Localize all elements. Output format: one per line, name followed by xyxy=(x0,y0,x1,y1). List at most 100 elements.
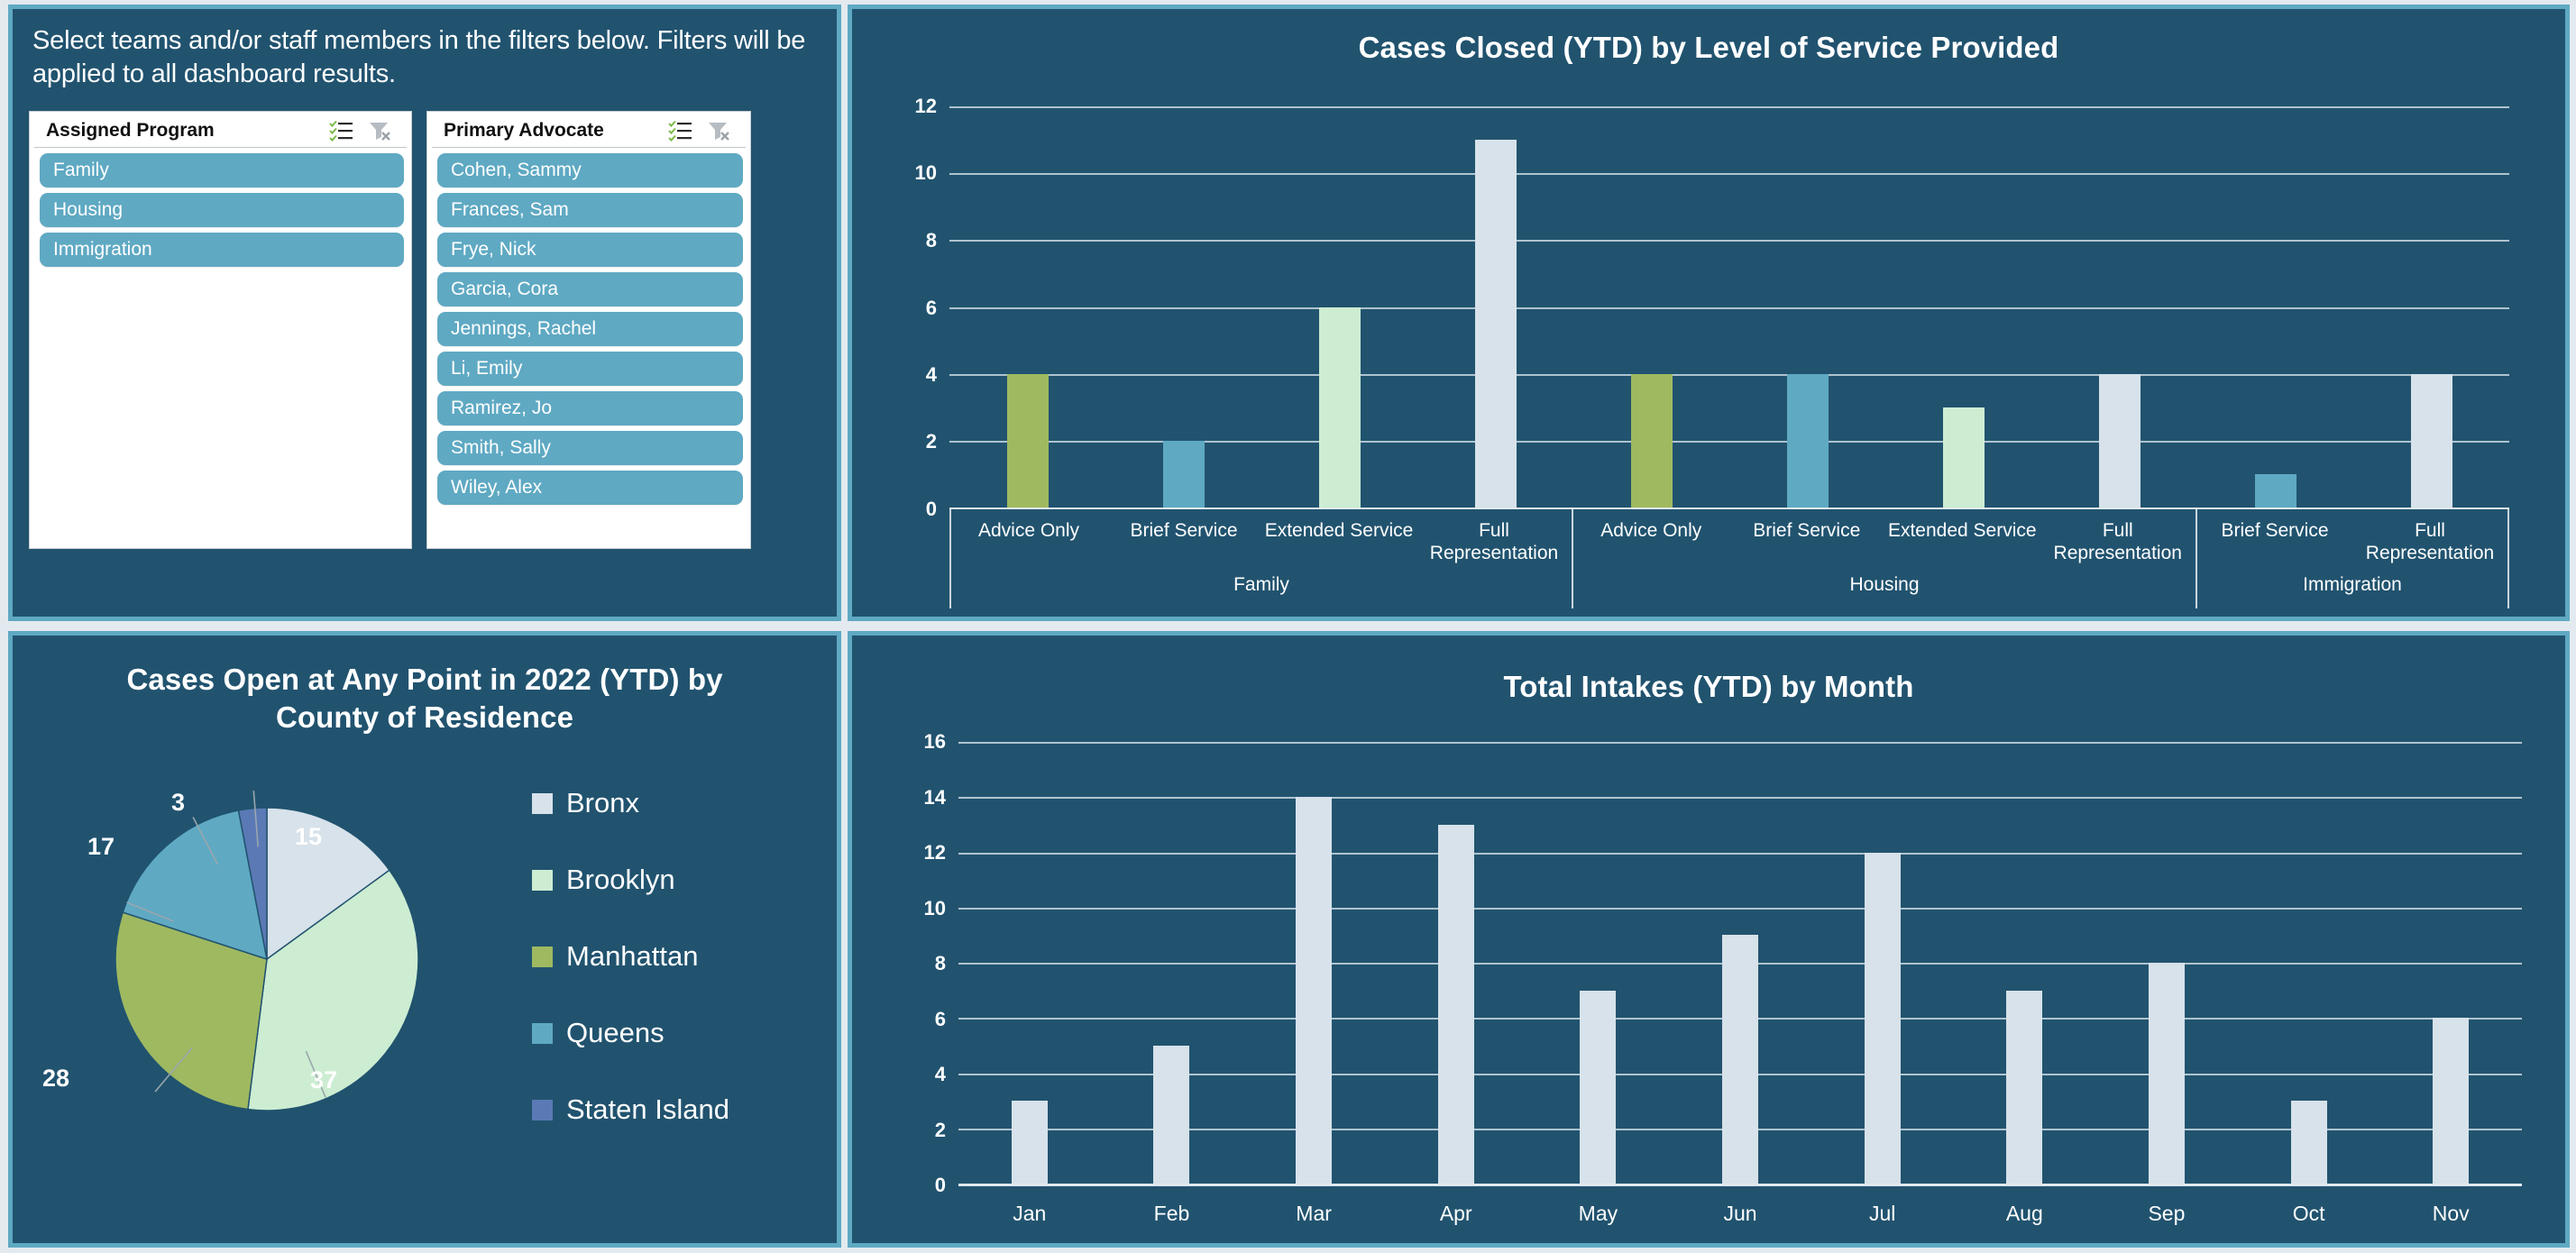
slicer-item-list: Family Housing Immigration xyxy=(30,148,411,268)
slicer-item[interactable]: Li, Emily xyxy=(437,352,743,387)
bar[interactable] xyxy=(2098,373,2141,508)
bar-cell xyxy=(2041,106,2197,508)
pie-body: 3 15 37 28 17 Bronx Brooklyn Manhattan Quee… xyxy=(13,736,837,1187)
slicer-item[interactable]: Housing xyxy=(40,193,404,228)
legend-label: Bronx xyxy=(566,787,639,819)
bar[interactable] xyxy=(1630,373,1673,508)
bar[interactable] xyxy=(1153,1045,1190,1184)
bar[interactable] xyxy=(2410,373,2452,508)
pie-data-label: 37 xyxy=(310,1066,338,1094)
category-axis: Jan Feb Mar Apr May Jun Jul Aug Sep Oct Nov xyxy=(958,1184,2522,1238)
slicer-item[interactable]: Family xyxy=(40,153,404,188)
y-axis-tick: 4 xyxy=(925,362,937,386)
category-label: Nov xyxy=(2432,1202,2470,1225)
bar[interactable] xyxy=(2290,1101,2327,1184)
y-axis-tick: 0 xyxy=(934,1174,946,1196)
pie-graphic-area: 3 15 37 28 17 xyxy=(13,749,518,1187)
bar[interactable] xyxy=(2006,990,2043,1184)
slicer-assigned-program[interactable]: Assigned Program Family Housing Immigrat… xyxy=(29,111,412,550)
slicer-header: Assigned Program xyxy=(34,112,407,149)
pie-data-label: 17 xyxy=(87,833,115,861)
slicer-item[interactable]: Wiley, Alex xyxy=(437,471,743,506)
legend-item[interactable]: Staten Island xyxy=(532,1093,729,1126)
bar[interactable] xyxy=(1296,797,1333,1184)
multi-select-icon[interactable] xyxy=(329,120,353,142)
bar[interactable] xyxy=(1722,935,1759,1184)
slicer-title: Assigned Program xyxy=(46,120,215,142)
y-axis-tick: 6 xyxy=(925,296,937,319)
bar[interactable] xyxy=(1786,373,1829,508)
pie-svg[interactable] xyxy=(78,765,456,1153)
slicer-item[interactable]: Frye, Nick xyxy=(437,233,743,268)
bar-cell xyxy=(1811,742,1954,1184)
category-label: Aug xyxy=(2005,1202,2043,1225)
category-label: Extended Service xyxy=(1264,520,1414,541)
y-axis-tick: 14 xyxy=(923,785,946,809)
legend-item[interactable]: Brooklyn xyxy=(532,864,729,896)
bar-group xyxy=(1573,106,2197,508)
bar-cell xyxy=(1885,106,2041,508)
category-label: Mar xyxy=(1296,1202,1332,1225)
legend-label: Brooklyn xyxy=(566,864,675,896)
bar-cell xyxy=(2095,742,2238,1184)
legend-item[interactable]: Bronx xyxy=(532,787,729,819)
plot-area: 0 2 4 6 8 10 12 xyxy=(915,95,2509,520)
bar-cell xyxy=(1242,742,1385,1184)
category-label: Jan xyxy=(1013,1202,1047,1225)
chart-title-line1: Cases Open at Any Point in 2022 (YTD) by xyxy=(126,663,723,696)
bar[interactable] xyxy=(2254,473,2296,508)
slicer-item[interactable]: Ramirez, Jo xyxy=(437,391,743,426)
bar[interactable] xyxy=(1006,373,1049,508)
chart-title: Total Intakes (YTD) by Month xyxy=(1503,670,1914,703)
slicer-item[interactable]: Frances, Sam xyxy=(437,193,743,228)
bar[interactable] xyxy=(1162,440,1205,508)
legend-label: Staten Island xyxy=(566,1093,729,1126)
legend-item[interactable]: Queens xyxy=(532,1017,729,1049)
clear-filter-icon[interactable] xyxy=(707,120,730,142)
pie-data-label: 28 xyxy=(42,1065,70,1093)
bar[interactable] xyxy=(1864,852,1901,1184)
slicer-item[interactable]: Garcia, Cora xyxy=(437,272,743,307)
y-axis-tick: 0 xyxy=(925,498,937,520)
multi-select-icon[interactable] xyxy=(668,120,692,142)
bar[interactable] xyxy=(1318,306,1361,508)
bar[interactable] xyxy=(2148,963,2185,1184)
bar[interactable] xyxy=(1942,407,1985,508)
slicer-item[interactable]: Smith, Sally xyxy=(437,431,743,466)
category-label: Advice Only xyxy=(977,520,1080,541)
legend-swatch xyxy=(532,1022,553,1044)
pie-legend: Bronx Brooklyn Manhattan Queens Staten Islan… xyxy=(518,787,729,1149)
chart-title-line2: County of Residence xyxy=(275,700,574,735)
group-label: Family xyxy=(1233,574,1289,595)
bar-cell xyxy=(1669,742,1811,1184)
bar-cell xyxy=(1105,106,1261,508)
slicer-icon-group xyxy=(668,120,735,142)
category-group: Advice Only Brief Service Extended Service… xyxy=(1573,509,2197,608)
bar-cell xyxy=(1385,742,1527,1184)
slicer-item-list: Cohen, Sammy Frances, Sam Frye, Nick Gar… xyxy=(427,148,750,506)
clear-filter-icon[interactable] xyxy=(368,120,391,142)
slicer-icon-group xyxy=(329,120,396,142)
slicer-item[interactable]: Jennings, Rachel xyxy=(437,312,743,347)
bar-cell xyxy=(1729,106,1885,508)
bar-cell xyxy=(1953,742,2095,1184)
category-label: Sep xyxy=(2148,1202,2186,1225)
bar[interactable] xyxy=(1437,824,1474,1184)
bar[interactable] xyxy=(1474,140,1517,508)
y-axis-tick: 2 xyxy=(925,430,937,453)
bar[interactable] xyxy=(1011,1101,1048,1184)
category-label: Jun xyxy=(1723,1202,1757,1225)
legend-item[interactable]: Manhattan xyxy=(532,940,729,973)
slicer-item[interactable]: Immigration xyxy=(40,233,404,268)
bar[interactable] xyxy=(1580,990,1617,1184)
filter-instructions: Select teams and/or staff members in the… xyxy=(32,26,806,89)
y-axis-tick: 6 xyxy=(934,1007,946,1030)
slicer-item[interactable]: Cohen, Sammy xyxy=(437,153,743,188)
slicer-primary-advocate[interactable]: Primary Advocate Cohen, Sammy Frances, S… xyxy=(426,111,751,550)
category-label: Advice Only xyxy=(1600,520,1702,541)
bar[interactable] xyxy=(2433,1018,2470,1184)
slicer-header: Primary Advocate xyxy=(432,112,746,149)
category-label: Brief Service xyxy=(1753,520,1861,541)
bar-cell xyxy=(2238,742,2380,1184)
bar-cell xyxy=(2379,742,2522,1184)
